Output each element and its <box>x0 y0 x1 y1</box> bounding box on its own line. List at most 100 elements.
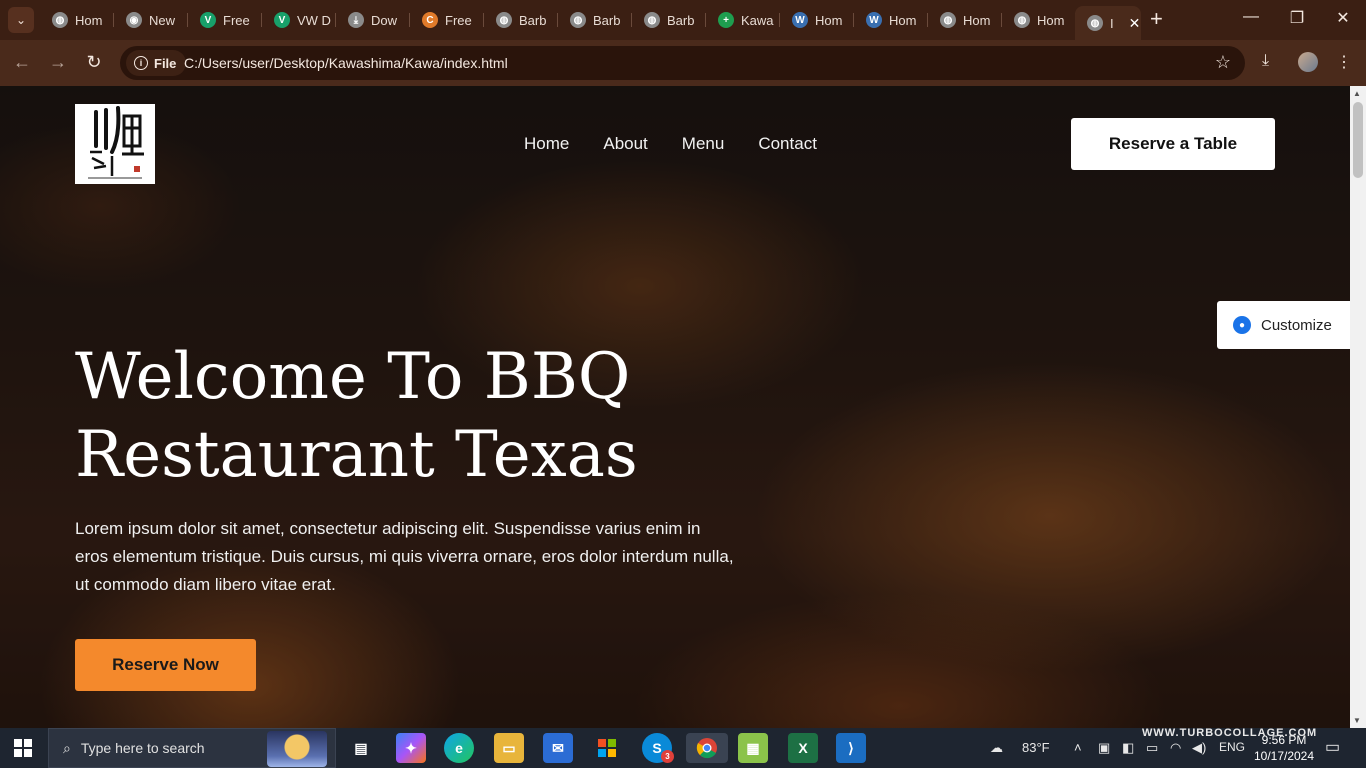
notifications-icon[interactable]: ▭ <box>1325 737 1340 757</box>
bookmark-star-icon[interactable]: ☆ <box>1215 52 1231 73</box>
tab-label: Free <box>445 12 472 28</box>
browser-tab[interactable]: C Free <box>410 6 484 34</box>
browser-tab[interactable]: ◍ Barb <box>484 6 558 34</box>
browser-tab[interactable]: ◍ Barb <box>632 6 706 34</box>
battery-icon[interactable]: ▭ <box>1146 740 1158 756</box>
clock-date: 10/17/2024 <box>1253 749 1315 763</box>
palette-icon: ● <box>1233 316 1251 334</box>
browser-tab[interactable]: ◍ Hom <box>40 6 114 34</box>
microsoft-store-icon[interactable] <box>592 733 622 763</box>
edge-icon[interactable]: e <box>444 733 474 763</box>
hero-description: Lorem ipsum dolor sit amet, consectetur … <box>75 519 734 594</box>
v-icon: V <box>274 12 290 28</box>
nav-link-about[interactable]: About <box>603 134 647 154</box>
address-bar[interactable]: i File C:/Users/user/Desktop/Kawashima/K… <box>120 46 1245 80</box>
scheme-label: File <box>154 55 177 71</box>
downloads-icon[interactable]: ⤓ <box>1262 52 1269 70</box>
browser-toolbar: ← → ↻ i File C:/Users/user/Desktop/Kawas… <box>0 40 1366 86</box>
globe-icon: ◍ <box>1014 12 1030 28</box>
reload-button[interactable]: ↻ <box>82 52 106 73</box>
skype-icon[interactable]: S 3 <box>642 733 674 763</box>
nav-link-menu[interactable]: Menu <box>682 134 725 154</box>
browser-tab[interactable]: ◍ Hom <box>928 6 1002 34</box>
browser-tab[interactable]: V VW D <box>262 6 336 34</box>
browser-tab-strip: ⌄ ◍ Hom ◉ New V Free V VW D ⤓ Dow C Free ◍ Barb ◍ Barb ◍… <box>0 0 1366 40</box>
tab-label: Free <box>223 12 250 28</box>
tab-label: Barb <box>667 12 695 28</box>
kawashima-logo-icon <box>88 106 144 179</box>
page-scrollbar[interactable]: ▲ ▼ <box>1350 86 1366 728</box>
tab-label: Hom <box>815 12 843 28</box>
reserve-now-button[interactable]: Reserve Now <box>75 639 256 691</box>
scrollbar-thumb[interactable] <box>1353 102 1363 178</box>
sheet-app-icon[interactable]: ▦ <box>738 733 768 763</box>
profile-avatar[interactable] <box>1298 52 1318 72</box>
show-hidden-icons-chevron-icon[interactable]: ˄ <box>1074 740 1082 755</box>
scroll-down-arrow-icon[interactable]: ▼ <box>1353 716 1361 725</box>
browser-tab[interactable]: + Kawa <box>706 6 780 34</box>
restore-button[interactable]: ❐ <box>1274 8 1320 28</box>
weather-temperature[interactable]: 83°F <box>1022 740 1050 755</box>
wordpress-icon: W <box>792 12 808 28</box>
close-window-button[interactable]: ✕ <box>1320 8 1366 28</box>
browser-tab[interactable]: ⤓ Dow <box>336 6 410 34</box>
main-nav: Home About Menu Contact <box>524 134 817 154</box>
tab-label: Hom <box>963 12 991 28</box>
nav-link-home[interactable]: Home <box>524 134 569 154</box>
info-icon: i <box>134 56 148 70</box>
browser-tab[interactable]: V Free <box>188 6 262 34</box>
windows-start-icon[interactable] <box>14 739 32 757</box>
weather-icon[interactable]: ☁ <box>990 740 1003 756</box>
browser-tab[interactable]: ◍ Barb <box>558 6 632 34</box>
volume-icon[interactable]: ◀) <box>1192 740 1206 756</box>
customize-button[interactable]: ● Customize <box>1217 301 1350 349</box>
tab-label: Hom <box>1037 12 1065 28</box>
site-logo[interactable] <box>75 104 155 184</box>
hero-title: Welcome To BBQ Restaurant Texas <box>75 338 775 494</box>
tab-label: Barb <box>519 12 547 28</box>
device-icon[interactable]: ▣ <box>1098 740 1110 756</box>
reserve-table-button[interactable]: Reserve a Table <box>1071 118 1275 170</box>
minimize-button[interactable]: — <box>1228 8 1274 26</box>
mail-icon[interactable]: ✉ <box>543 733 573 763</box>
tab-active[interactable]: ◍ I ✕ <box>1075 6 1141 40</box>
browser-tab[interactable]: W Hom <box>854 6 928 34</box>
close-tab-icon[interactable]: ✕ <box>1129 15 1141 32</box>
browser-tab[interactable]: W Hom <box>780 6 854 34</box>
chrome-icon: ◉ <box>126 12 142 28</box>
tab-label: Dow <box>371 12 398 28</box>
notification-center-tray-icon[interactable]: ◧ <box>1122 740 1134 756</box>
browser-tab[interactable]: ◉ New <box>114 6 188 34</box>
wordpress-icon: W <box>866 12 882 28</box>
scroll-up-arrow-icon[interactable]: ▲ <box>1353 89 1361 98</box>
c-icon: C <box>422 12 438 28</box>
search-highlight-image <box>267 731 327 767</box>
v-icon: V <box>200 12 216 28</box>
chrome-taskbar-icon[interactable] <box>686 733 728 763</box>
site-info-chip[interactable]: i File <box>126 50 187 76</box>
tab-search-button[interactable]: ⌄ <box>8 7 34 33</box>
excel-icon[interactable]: X <box>788 733 818 763</box>
vscode-icon[interactable]: ⟩ <box>836 733 866 763</box>
sheets-icon: + <box>718 12 734 28</box>
browser-tab[interactable]: ◍ Hom <box>1002 6 1076 34</box>
tab-label: VW D <box>297 12 331 28</box>
new-tab-button[interactable]: + <box>1150 8 1163 30</box>
tab-label: I <box>1110 15 1114 31</box>
customize-label: Customize <box>1261 316 1332 334</box>
tab-label: Hom <box>889 12 917 28</box>
nav-link-contact[interactable]: Contact <box>758 134 817 154</box>
back-button[interactable]: ← <box>10 52 34 73</box>
url-text[interactable]: C:/Users/user/Desktop/Kawashima/Kawa/ind… <box>184 55 508 71</box>
taskbar-search-box[interactable]: ⌕ Type here to search <box>48 728 336 768</box>
globe-icon: ◍ <box>496 12 512 28</box>
file-explorer-icon[interactable]: ▭ <box>494 733 524 763</box>
language-indicator[interactable]: ENG <box>1219 740 1245 754</box>
wifi-icon[interactable]: ◠ <box>1170 740 1181 756</box>
forward-button[interactable]: → <box>46 52 70 73</box>
tab-label: Kawa <box>741 12 774 28</box>
task-view-icon[interactable]: ▤ <box>346 733 376 763</box>
menu-kebab-icon[interactable]: ⋮ <box>1336 52 1352 72</box>
copilot-icon[interactable]: ✦ <box>396 733 426 763</box>
globe-icon: ◍ <box>1087 15 1103 31</box>
